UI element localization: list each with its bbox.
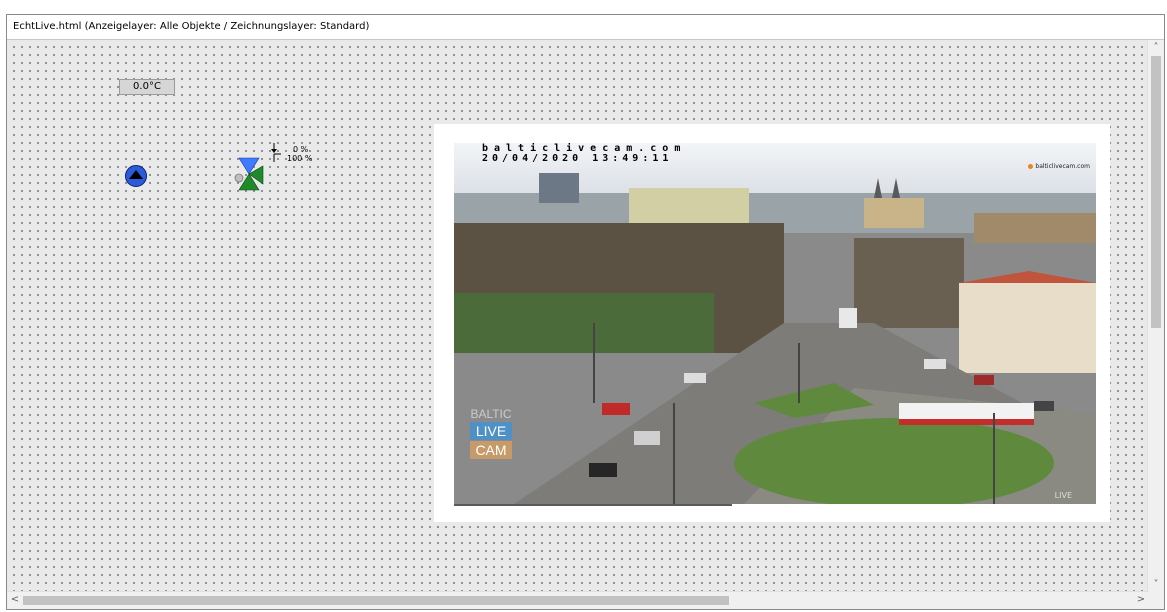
webcam-progress-bar [454, 504, 732, 506]
window-title: EchtLive.html (Anzeigelayer: Alle Objekt… [7, 15, 1164, 40]
resize-grip-icon[interactable] [1148, 592, 1164, 609]
vertical-scrollbar[interactable]: ˄ ˅ [1147, 40, 1164, 593]
webcam-image[interactable]: balticlivecam.com 20/04/2020 13:49:11 ba… [454, 143, 1096, 504]
valve-actuator-icon [271, 143, 281, 162]
chevron-up-icon[interactable]: ˄ [1148, 41, 1164, 55]
chevron-down-icon[interactable]: ˅ [1148, 578, 1164, 592]
webcam-brand-badge: balticlivecam.com [1028, 163, 1090, 170]
pump-icon[interactable] [125, 165, 147, 187]
webcam-datetime-overlay: 20/04/2020 13:49:11 [482, 153, 673, 164]
horizontal-scrollbar[interactable]: < > [7, 591, 1149, 609]
logo-baltic: BALTIC [470, 407, 512, 421]
webcam-live-label: LIVE [1054, 491, 1072, 500]
drawing-canvas[interactable]: 0.0°C 0 % 100 % balticlivecam.com 20/04/… [7, 40, 1149, 593]
balticlivecam-logo: BALTIC LIVE CAM [468, 407, 514, 467]
vertical-scroll-thumb[interactable] [1151, 56, 1161, 328]
editor-window: EchtLive.html (Anzeigelayer: Alle Objekt… [6, 14, 1165, 610]
chevron-left-icon[interactable]: < [7, 593, 23, 607]
webcam-frame: balticlivecam.com 20/04/2020 13:49:11 ba… [434, 124, 1110, 522]
three-way-valve-icon[interactable] [233, 156, 273, 192]
chevron-right-icon[interactable]: > [1133, 593, 1149, 607]
logo-live: LIVE [470, 422, 512, 440]
logo-cam: CAM [470, 441, 512, 459]
valve-position-label: 0 % [293, 145, 309, 154]
horizontal-scroll-thumb[interactable] [23, 596, 729, 605]
webcam-badge-label: balticlivecam.com [1035, 163, 1090, 170]
valve-setpoint-label: 100 % [287, 154, 313, 163]
brand-dot-icon [1028, 164, 1034, 169]
temperature-display[interactable]: 0.0°C [119, 79, 175, 95]
